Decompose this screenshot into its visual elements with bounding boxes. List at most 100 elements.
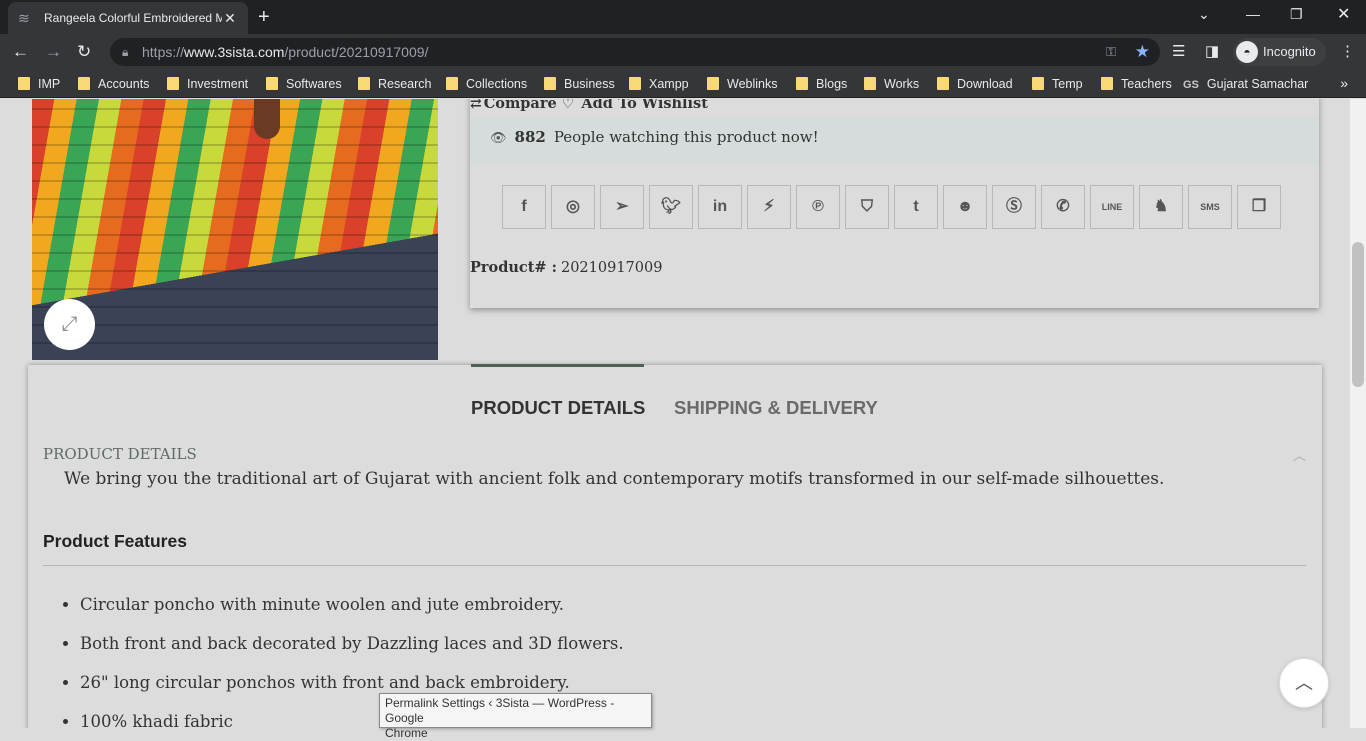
tab-search-chevron-icon[interactable]: ⌄ [1198,6,1210,23]
reading-list-icon[interactable]: ☰ [1172,42,1185,60]
pocket-icon[interactable]: ⛉ [845,185,889,229]
forward-icon[interactable]: → [45,42,62,62]
bookmark-label: Accounts [98,77,150,91]
compare-button[interactable]: ⇄ Compare [470,99,557,112]
tab-shipping-delivery[interactable]: SHIPPING & DELIVERY [674,397,878,419]
menu-kebab-icon[interactable]: ⋮ [1340,42,1355,60]
bookmark-label: Teachers [1121,77,1172,91]
bookmark-teachers[interactable]: Teachers [1101,76,1172,92]
folder-icon [544,77,556,90]
more-bookmarks-icon[interactable]: » [1340,75,1348,91]
tab-title: Rangeela Colorful Embroidered M [44,11,222,25]
product-number-label: Product# : [470,259,557,276]
copy-icon[interactable]: ❐ [1237,185,1281,229]
bookmark-weblinks[interactable]: Weblinks [707,76,777,92]
product-details-panel: PRODUCT DETAILS SHIPPING & DELIVERY PROD… [28,364,1322,728]
wishlist-label: Add To Wishlist [581,99,708,112]
new-tab-icon[interactable]: + [258,6,270,29]
watch-text: People watching this product now! [553,128,819,146]
back-icon[interactable]: ← [12,42,29,62]
chevron-up-icon[interactable]: ︿ [1293,445,1306,464]
sms-icon[interactable]: SMS [1188,185,1232,229]
reload-icon[interactable]: ↻ [77,42,91,62]
wishlist-button[interactable]: ♡ Add To Wishlist [562,99,708,112]
bookmark-blogs[interactable]: Blogs [796,76,847,92]
folder-icon [864,77,876,90]
bookmark-label: Xampp [649,77,689,91]
list-item: Both front and back decorated by Dazzlin… [80,634,624,673]
expand-image-icon[interactable]: ⤢ [44,299,95,350]
evernote-icon[interactable]: ♞ [1139,185,1183,229]
line-icon[interactable]: LINE [1090,185,1134,229]
twitter-icon[interactable]: 🐦︎ [649,185,693,229]
scroll-to-top-button[interactable]: ︿ [1279,658,1329,708]
incognito-badge[interactable]: ◓ Incognito [1233,38,1326,66]
facebook-icon[interactable]: f [502,185,546,229]
bookmark-works[interactable]: Works [864,76,919,92]
browser-toolbar: ← → ↻ 🔒︎ https://www.3sista.com/product/… [0,34,1366,70]
page-scrollbar[interactable] [1350,99,1366,728]
password-key-icon[interactable]: ⚿ [1106,38,1116,66]
tab-hover-tooltip: Permalink Settings ‹ 3Sista — WordPress … [379,693,652,740]
compare-label: Compare [483,99,557,112]
folder-icon [358,77,370,90]
folder-icon [78,77,90,90]
watching-notice: 👁︎ 882 People watching this product now! [470,115,1319,165]
bookmark-label: Gujarat Samachar [1206,77,1309,91]
bookmark-imp[interactable]: IMP [18,76,60,92]
bookmark-temp[interactable]: Temp [1032,76,1083,92]
bookmark-star-icon[interactable]: ★ [1135,38,1150,66]
bookmarks-bar: IMP Accounts Investment Softwares Resear… [0,70,1366,98]
tooltip-line-2: Chrome [385,726,428,740]
bookmark-research[interactable]: Research [358,76,432,92]
messenger-icon[interactable]: ⚡︎ [747,185,791,229]
tumblr-icon[interactable]: t [894,185,938,229]
close-tab-icon[interactable]: ✕ [222,10,238,27]
bookmark-download[interactable]: Download [937,76,1013,92]
features-heading: Product Features [43,531,187,551]
folder-icon [629,77,641,90]
viber-icon[interactable]: ✆ [1041,185,1085,229]
bookmark-gujarat-samachar[interactable]: GS Gujarat Samachar [1183,76,1308,92]
address-bar[interactable]: 🔒︎ https://www.3sista.com/product/202109… [110,38,1160,66]
bookmark-xampp[interactable]: Xampp [629,76,689,92]
image-hand [254,99,280,139]
restore-icon[interactable]: ❐ [1290,6,1303,23]
product-summary-box: ⇄ Compare ♡ Add To Wishlist 👁︎ 882 People w… [470,99,1319,308]
minimize-icon[interactable]: — [1246,6,1260,22]
compare-icon: ⇄ [470,99,482,112]
skype-icon[interactable]: Ⓢ [992,185,1036,229]
incognito-icon: ◓ [1236,41,1258,63]
bookmark-investment[interactable]: Investment [167,76,248,92]
pinterest-icon[interactable]: ℗ [796,185,840,229]
folder-icon [446,77,458,90]
divider [43,565,1306,566]
linkedin-icon[interactable]: in [698,185,742,229]
bookmark-business[interactable]: Business [544,76,615,92]
url-scheme: https:// [142,44,185,60]
tab-product-details[interactable]: PRODUCT DETAILS [471,364,645,419]
bookmark-collections[interactable]: Collections [446,76,527,92]
bookmark-label: Temp [1052,77,1083,91]
close-window-icon[interactable]: ✕ [1337,4,1350,24]
whatsapp-icon[interactable]: ◎ [551,185,595,229]
browser-tab[interactable]: ≋ Rangeela Colorful Embroidered M ✕ [8,2,248,34]
reddit-icon[interactable]: ☻ [943,185,987,229]
bookmark-accounts[interactable]: Accounts [78,76,149,92]
bookmark-label: Softwares [286,77,342,91]
scrollbar-thumb[interactable] [1352,242,1364,387]
watch-count: 882 [514,128,546,146]
compare-wishlist-row: ⇄ Compare ♡ Add To Wishlist [470,99,708,112]
folder-icon [1101,77,1113,90]
details-tabs: PRODUCT DETAILS SHIPPING & DELIVERY [28,364,1322,425]
bookmark-label: Download [957,77,1013,91]
bookmark-label: Weblinks [727,77,778,91]
folder-icon [707,77,719,90]
bookmark-label: Blogs [816,77,848,91]
telegram-icon[interactable]: ➢ [600,185,644,229]
bookmark-softwares[interactable]: Softwares [266,76,342,92]
product-intro: We bring you the traditional art of Guja… [64,469,1165,489]
section-title[interactable]: PRODUCT DETAILS [43,445,197,463]
side-panel-icon[interactable]: ◨ [1205,42,1219,60]
folder-icon [937,77,949,90]
